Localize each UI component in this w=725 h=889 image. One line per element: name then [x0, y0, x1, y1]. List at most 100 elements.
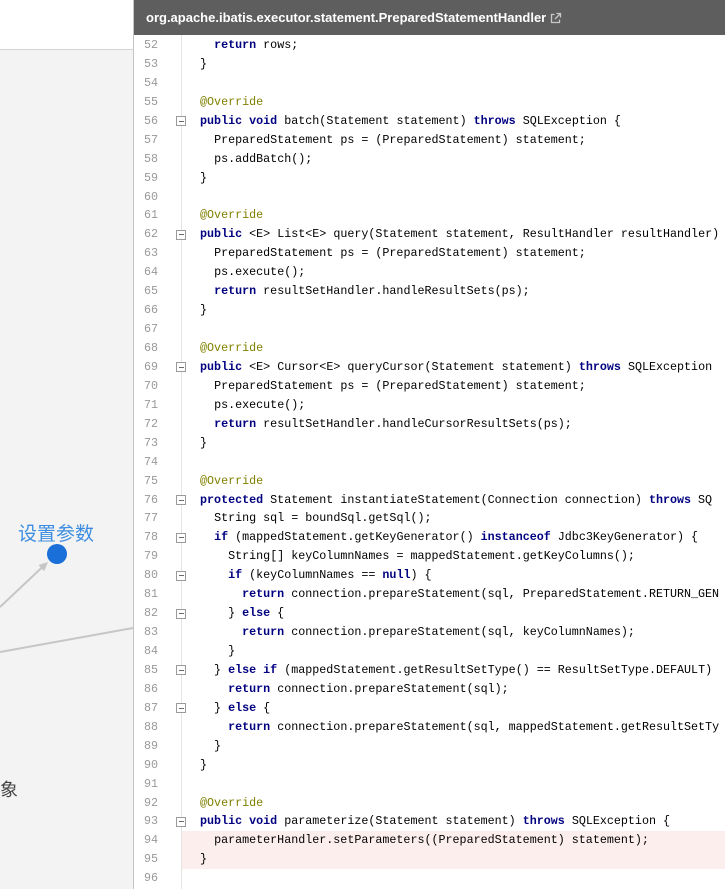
code-text: } [186, 170, 208, 185]
code-line: 52 return rows; [134, 36, 725, 55]
line-number: 75 [143, 473, 158, 488]
code-viewer-panel: org.apache.ibatis.executor.statement.Pre… [133, 0, 725, 889]
code-line: 69 public <E> Cursor<E> queryCursor(Stat… [134, 358, 725, 377]
fold-toggle-icon[interactable] [176, 532, 186, 543]
code-text: String[] keyColumnNames = mappedStatemen… [228, 549, 635, 564]
code-text: } [186, 435, 208, 450]
code-line: 82 } else { [134, 604, 725, 623]
code-line: 56 public void batch(Statement statement… [134, 112, 725, 131]
code-line: 55 @Override [134, 93, 725, 112]
fold-toggle-icon[interactable] [176, 116, 186, 127]
code-text: public void parameterize(Statement state… [200, 814, 671, 829]
code-text: return connection.prepareStatement(sql, … [242, 587, 720, 602]
node-label-set-parameters[interactable]: 设置参数 [18, 523, 94, 545]
code-text: @Override [200, 341, 264, 355]
fold-toggle-icon[interactable] [176, 816, 186, 827]
line-number: 71 [143, 397, 158, 412]
code-line: 74 [134, 453, 725, 472]
line-number: 90 [143, 757, 158, 772]
code-line: 86 return connection.prepareStatement(sq… [134, 680, 725, 699]
code-text: return rows; [214, 38, 299, 52]
node-dot[interactable] [47, 544, 67, 564]
code-viewer-header: org.apache.ibatis.executor.statement.Pre… [134, 0, 725, 35]
code-text: PreparedStatement ps = (PreparedStatemen… [214, 246, 586, 261]
line-number: 59 [143, 170, 158, 185]
code-text: return connection.prepareStatement(sql); [228, 681, 509, 696]
line-number: 61 [143, 208, 158, 223]
line-number: 79 [143, 549, 158, 564]
fold-toggle-icon[interactable] [176, 665, 186, 676]
line-number: 82 [143, 606, 158, 621]
line-number: 54 [143, 75, 158, 90]
external-link-icon[interactable] [549, 12, 562, 25]
code-line: 67 [134, 320, 725, 339]
code-line: 78 if (mappedStatement.getKeyGenerator()… [134, 528, 725, 547]
line-number: 76 [143, 492, 158, 507]
code-text: return connection.prepareStatement(sql, … [228, 719, 720, 734]
code-text: PreparedStatement ps = (PreparedStatemen… [214, 378, 586, 393]
code-line: 62 public <E> List<E> query(Statement st… [134, 225, 725, 244]
line-number: 62 [143, 227, 158, 242]
code-line: 96 [134, 869, 725, 888]
code-line: 66 } [134, 301, 725, 320]
code-text: protected Statement instantiateStatement… [200, 492, 713, 507]
code-text: } [186, 644, 236, 658]
code-line: 60 [134, 188, 725, 207]
code-line: 65 return resultSetHandler.handleResultS… [134, 282, 725, 301]
code-line: 73 } [134, 434, 725, 453]
node-label-partial[interactable]: 象 [0, 780, 18, 801]
code-line: 83 return connection.prepareStatement(sq… [134, 623, 725, 642]
line-number: 85 [143, 662, 158, 677]
code-text: return resultSetHandler.handleCursorResu… [214, 416, 572, 431]
code-text: PreparedStatement ps = (PreparedStatemen… [214, 132, 586, 147]
line-number: 60 [143, 189, 158, 204]
code-line: 70 PreparedStatement ps = (PreparedState… [134, 377, 725, 396]
line-number: 77 [143, 511, 158, 526]
fold-toggle-icon[interactable] [176, 703, 186, 714]
code-line: 59 } [134, 169, 725, 188]
code-editor[interactable]: 52 return rows; 53 } 54 55 @Override 56 publ… [134, 36, 725, 888]
fold-toggle-icon[interactable] [176, 495, 186, 505]
code-text: } [186, 303, 208, 318]
code-text: public <E> Cursor<E> queryCursor(Stateme… [200, 359, 713, 374]
line-number: 74 [143, 454, 158, 469]
line-number: 89 [143, 738, 158, 753]
code-line: 75 @Override [134, 472, 725, 491]
code-text: } [186, 757, 208, 772]
line-number: 88 [143, 719, 158, 734]
code-line: 58 ps.addBatch(); [134, 150, 725, 169]
line-number: 87 [143, 700, 158, 715]
line-number: 94 [143, 833, 158, 848]
code-text: if (mappedStatement.getKeyGenerator() in… [214, 530, 699, 545]
code-line: 92 @Override [134, 794, 725, 813]
line-number: 57 [143, 132, 158, 147]
fold-toggle-icon[interactable] [176, 570, 186, 581]
code-text: @Override [200, 208, 264, 223]
fold-toggle-icon[interactable] [176, 229, 186, 240]
code-text: @Override [200, 795, 264, 810]
line-number: 81 [143, 587, 158, 602]
line-number: 91 [143, 776, 158, 791]
code-line: 90 } [134, 756, 725, 775]
edge-arrow-line [0, 564, 45, 608]
line-number: 84 [143, 644, 158, 658]
fold-toggle-icon[interactable] [176, 608, 186, 619]
code-text: } else if (mappedStatement.getResultSetT… [186, 662, 713, 677]
code-line: 64 ps.execute(); [134, 263, 725, 282]
fold-toggle-icon[interactable] [176, 362, 186, 373]
code-line: 77 String sql = boundSql.getSql(); [134, 509, 725, 528]
code-line: 72 return resultSetHandler.handleCursorR… [134, 415, 725, 434]
code-line: 91 [134, 775, 725, 794]
code-line: 84 } [134, 642, 725, 661]
mind-map-canvas: 设置参数 象 [0, 523, 133, 801]
line-number: 92 [143, 795, 158, 810]
line-number: 66 [143, 303, 158, 318]
code-text: return connection.prepareStatement(sql, … [242, 625, 635, 640]
code-text: public void batch(Statement statement) t… [200, 113, 621, 128]
code-line: 87 } else { [134, 699, 725, 718]
class-title: org.apache.ibatis.executor.statement.Pre… [146, 10, 547, 25]
line-number: 78 [143, 530, 158, 545]
code-line: 93 public void parameterize(Statement st… [134, 812, 725, 831]
code-text: public <E> List<E> query(Statement state… [200, 227, 720, 242]
line-number: 63 [143, 246, 158, 261]
